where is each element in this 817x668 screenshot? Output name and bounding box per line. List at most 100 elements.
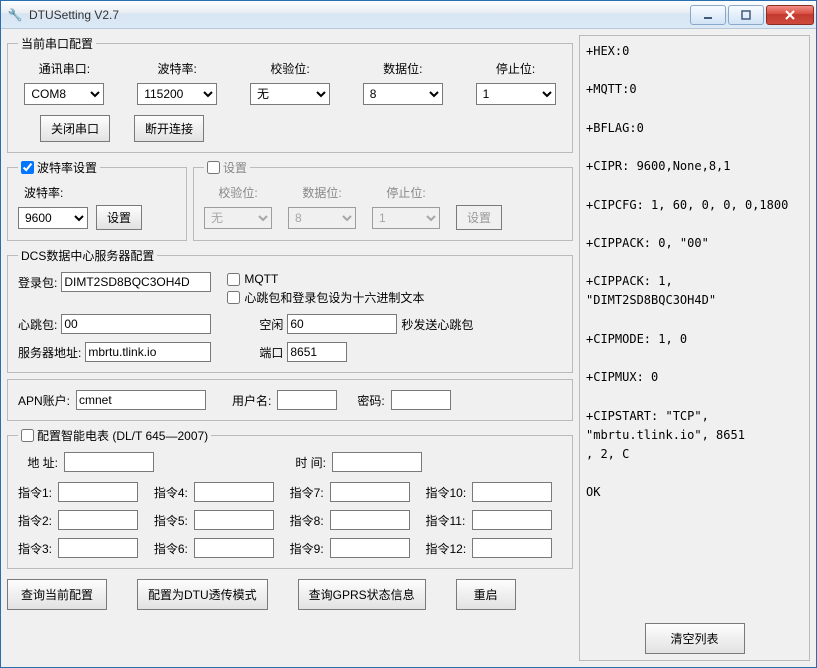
window-buttons xyxy=(688,5,814,25)
heartbeat-input[interactable] xyxy=(61,314,211,334)
data-select[interactable]: 8 xyxy=(363,83,443,105)
stop-label: 停止位: xyxy=(496,60,535,77)
query-gprs-button[interactable]: 查询GPRS状态信息 xyxy=(298,579,426,610)
settings-group: 设置 校验位: 数据位: 停止位: 无 8 1 设置 xyxy=(193,159,573,241)
time-label: 时 间: xyxy=(286,454,326,471)
cmd8-label: 指令8: xyxy=(290,512,324,529)
baud-set-button[interactable]: 设置 xyxy=(96,205,142,230)
serial-config-group: 当前串口配置 通讯串口: COM8 波特率: 115200 校验位: 无 xyxy=(7,35,573,153)
stop-select[interactable]: 1 xyxy=(476,83,556,105)
port-label2: 端口 xyxy=(259,344,283,361)
baud-select[interactable]: 115200 xyxy=(137,83,217,105)
cmd10-label: 指令10: xyxy=(425,484,466,501)
stop2-label: 停止位: xyxy=(372,184,440,201)
stop2-select: 1 xyxy=(372,207,440,229)
baud2-label: 波特率: xyxy=(18,184,63,201)
settings-set-button: 设置 xyxy=(456,205,502,230)
cmd10-input[interactable] xyxy=(472,482,552,502)
cmd6-label: 指令6: xyxy=(154,540,188,557)
addr-label: 地 址: xyxy=(18,454,58,471)
time-input[interactable] xyxy=(332,452,422,472)
parity2-select: 无 xyxy=(204,207,272,229)
apn-group: APN账户: 用户名: 密码: xyxy=(7,379,573,421)
right-panel: +HEX:0 +MQTT:0 +BFLAG:0 +CIPR: 9600,None… xyxy=(579,35,810,661)
server-label: 服务器地址: xyxy=(18,344,81,361)
apn-input[interactable] xyxy=(76,390,206,410)
reboot-button[interactable]: 重启 xyxy=(456,579,516,610)
cmd7-label: 指令7: xyxy=(290,484,324,501)
log-output: +HEX:0 +MQTT:0 +BFLAG:0 +CIPR: 9600,None… xyxy=(586,42,803,617)
pass-label: 密码: xyxy=(357,392,384,409)
close-port-button[interactable]: 关闭串口 xyxy=(40,115,110,142)
mqtt-label: MQTT xyxy=(244,272,278,286)
port-label: 通讯串口: xyxy=(39,60,90,77)
baud2-select[interactable]: 9600 xyxy=(18,207,88,229)
cmd2-label: 指令2: xyxy=(18,512,52,529)
cmd9-label: 指令9: xyxy=(290,540,324,557)
apn-label: APN账户: xyxy=(18,392,70,409)
cmd4-label: 指令4: xyxy=(154,484,188,501)
cmd5-input[interactable] xyxy=(194,510,274,530)
cmd12-input[interactable] xyxy=(472,538,552,558)
cmd1-input[interactable] xyxy=(58,482,138,502)
baud-config-checkbox[interactable] xyxy=(21,161,34,174)
cmd11-input[interactable] xyxy=(472,510,552,530)
cmd3-label: 指令3: xyxy=(18,540,52,557)
settings-checkbox[interactable] xyxy=(207,161,220,174)
parity-label: 校验位: xyxy=(270,60,309,77)
clear-list-button[interactable]: 清空列表 xyxy=(645,623,745,654)
hex-check-row[interactable]: 心跳包和登录包设为十六进制文本 xyxy=(227,289,424,306)
set-dtu-button[interactable]: 配置为DTU透传模式 xyxy=(137,579,268,610)
meter-cmd-grid: 指令1: 指令4: 指令7: 指令10: 指令2: 指令5: 指令8: 指令11… xyxy=(18,482,562,558)
meter-group: 配置智能电表 (DL/T 645—2007) 地 址: 时 间: 指令1: 指令… xyxy=(7,427,573,569)
cmd2-input[interactable] xyxy=(58,510,138,530)
hex-label: 心跳包和登录包设为十六进制文本 xyxy=(244,289,424,306)
minimize-button[interactable] xyxy=(690,5,726,25)
titlebar: 🔧 DTUSetting V2.7 xyxy=(1,1,816,29)
data-label: 数据位: xyxy=(383,60,422,77)
settings-legend: 设置 xyxy=(204,159,250,176)
meter-checkbox[interactable] xyxy=(21,429,34,442)
baud-config-legend: 波特率设置 xyxy=(18,159,100,176)
cmd12-label: 指令12: xyxy=(425,540,466,557)
mqtt-check-row[interactable]: MQTT xyxy=(227,272,424,286)
cmd1-label: 指令1: xyxy=(18,484,52,501)
port-input[interactable] xyxy=(287,342,347,362)
cmd8-input[interactable] xyxy=(330,510,410,530)
heartbeat-label: 心跳包: xyxy=(18,316,57,333)
cmd6-input[interactable] xyxy=(194,538,274,558)
content-area: 当前串口配置 通讯串口: COM8 波特率: 115200 校验位: 无 xyxy=(1,29,816,667)
data2-label: 数据位: xyxy=(288,184,356,201)
addr-input[interactable] xyxy=(64,452,154,472)
wrench-icon: 🔧 xyxy=(7,7,23,23)
cmd9-input[interactable] xyxy=(330,538,410,558)
dcs-group: DCS数据中心服务器配置 登录包: MQTT 心跳包和登录包设为十六进制 xyxy=(7,247,573,373)
meter-legend: 配置智能电表 (DL/T 645—2007) xyxy=(18,427,211,444)
query-config-button[interactable]: 查询当前配置 xyxy=(7,579,107,610)
user-input[interactable] xyxy=(277,390,337,410)
idle-label: 空闲 xyxy=(259,316,283,333)
serial-config-legend: 当前串口配置 xyxy=(18,35,96,52)
disconnect-button[interactable]: 断开连接 xyxy=(134,115,204,142)
baud-config-group: 波特率设置 波特率: 9600 设置 xyxy=(7,159,187,241)
idle-suffix: 秒发送心跳包 xyxy=(401,316,473,333)
mqtt-checkbox[interactable] xyxy=(227,273,240,286)
cmd4-input[interactable] xyxy=(194,482,274,502)
idle-input[interactable] xyxy=(287,314,397,334)
dcs-legend: DCS数据中心服务器配置 xyxy=(18,247,157,264)
hex-checkbox[interactable] xyxy=(227,291,240,304)
close-button[interactable] xyxy=(766,5,814,25)
port-select[interactable]: COM8 xyxy=(24,83,104,105)
cmd11-label: 指令11: xyxy=(425,512,466,529)
login-input[interactable] xyxy=(61,272,211,292)
maximize-button[interactable] xyxy=(728,5,764,25)
parity-select[interactable]: 无 xyxy=(250,83,330,105)
data2-select: 8 xyxy=(288,207,356,229)
cmd7-input[interactable] xyxy=(330,482,410,502)
cmd3-input[interactable] xyxy=(58,538,138,558)
pass-input[interactable] xyxy=(391,390,451,410)
login-label: 登录包: xyxy=(18,274,57,291)
left-panel: 当前串口配置 通讯串口: COM8 波特率: 115200 校验位: 无 xyxy=(7,35,573,661)
parity2-label: 校验位: xyxy=(204,184,272,201)
server-input[interactable] xyxy=(85,342,211,362)
